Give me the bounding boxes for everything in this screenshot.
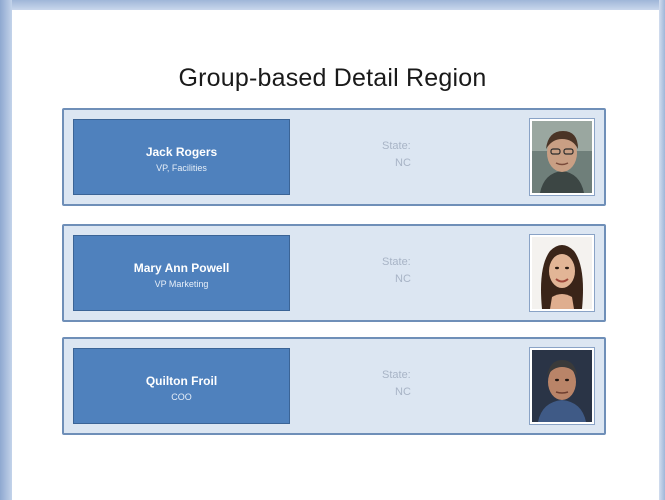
slide-frame-top	[0, 0, 665, 10]
person-photo	[530, 119, 594, 195]
person-name: Jack Rogers	[145, 145, 218, 159]
name-box[interactable]: Mary Ann Powell VP Marketing	[73, 235, 290, 311]
person-photo	[530, 235, 594, 311]
name-box[interactable]: Jack Rogers VP, Facilities	[73, 119, 290, 195]
state-value: NC	[395, 273, 411, 285]
state-label: State:	[382, 369, 411, 381]
person-role: VP Marketing	[154, 279, 209, 289]
person-name: Quilton Froil	[145, 374, 218, 388]
state-value: NC	[395, 157, 411, 169]
name-box[interactable]: Quilton Froil COO	[73, 348, 290, 424]
page-title: Group-based Detail Region	[178, 64, 487, 92]
person-role: VP, Facilities	[156, 163, 207, 173]
detail-card[interactable]: Mary Ann Powell VP Marketing State: NC	[62, 224, 606, 322]
detail-card[interactable]: Jack Rogers VP, Facilities State: NC	[62, 108, 606, 206]
state-value: NC	[395, 386, 411, 398]
person-name: Mary Ann Powell	[133, 261, 230, 275]
detail-card[interactable]: Quilton Froil COO State: NC	[62, 337, 606, 435]
slide: Group-based Detail Region Jack Rogers VP…	[0, 0, 665, 500]
person-role: COO	[171, 392, 192, 402]
state-label: State:	[382, 140, 411, 152]
person-photo	[530, 348, 594, 424]
state-label: State:	[382, 256, 411, 268]
